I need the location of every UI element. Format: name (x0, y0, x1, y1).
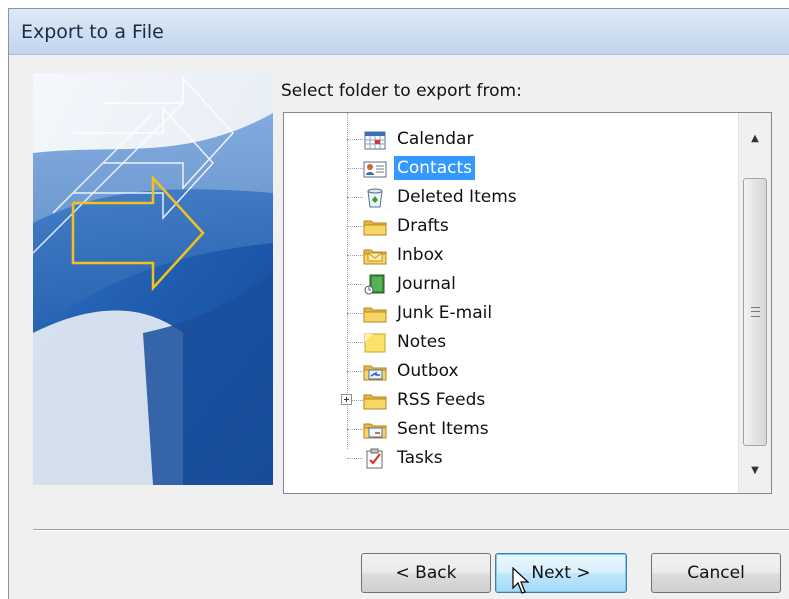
tree-item-label[interactable]: Tasks (394, 446, 446, 470)
tree-connector-line (347, 458, 363, 459)
tree-connector-line (347, 139, 363, 140)
tree-item-label[interactable]: Deleted Items (394, 185, 520, 209)
scroll-down-arrow-icon[interactable]: ▼ (739, 455, 771, 485)
tree-item-sent-items[interactable]: Sent Items (284, 415, 734, 444)
folder-tree-list: Calendar Contacts Deleted Items Drafts Inbox… (284, 113, 734, 493)
grip-icon (751, 307, 760, 317)
back-button[interactable]: < Back (361, 553, 491, 593)
sent-items-folder-icon (363, 419, 387, 441)
tree-connector-line (347, 429, 363, 430)
contacts-icon (363, 158, 387, 180)
tree-item-label[interactable]: Inbox (394, 243, 447, 267)
tree-item-label[interactable]: Journal (394, 272, 459, 296)
tree-item-label[interactable]: RSS Feeds (394, 388, 488, 412)
tree-connector-line (347, 284, 363, 285)
tree-item-rss-feeds[interactable]: RSS Feeds (284, 386, 734, 415)
folder-icon (363, 216, 387, 238)
tree-item-junk-e-mail[interactable]: Junk E-mail (284, 299, 734, 328)
separator (33, 529, 789, 531)
tree-item-journal[interactable]: Journal (284, 270, 734, 299)
tree-connector-line (347, 313, 363, 314)
journal-icon (363, 274, 387, 296)
cancel-button[interactable]: Cancel (651, 553, 781, 593)
tree-item-inbox[interactable]: Inbox (284, 241, 734, 270)
recycle-bin-icon (363, 187, 387, 209)
title-bar[interactable]: Export to a File (9, 9, 789, 55)
folder-tree[interactable]: Calendar Contacts Deleted Items Drafts Inbox… (283, 112, 772, 494)
folder-icon (363, 303, 387, 325)
window-title: Export to a File (21, 21, 164, 43)
tree-item-label[interactable]: Junk E-mail (394, 301, 495, 325)
tree-item-outbox[interactable]: Outbox (284, 357, 734, 386)
expand-plus-icon[interactable] (341, 394, 352, 405)
scroll-thumb[interactable] (743, 178, 767, 446)
tree-item-label[interactable]: Calendar (394, 127, 476, 151)
tree-item-deleted-items[interactable]: Deleted Items (284, 183, 734, 212)
tree-item-label[interactable]: Notes (394, 330, 449, 354)
select-folder-label: Select folder to export from: (281, 81, 522, 101)
tree-connector-line (347, 342, 363, 343)
tree-connector-line (347, 168, 363, 169)
tree-connector-line (347, 197, 363, 198)
tree-item-label[interactable]: Contacts (394, 156, 475, 180)
mouse-pointer-icon (512, 567, 530, 594)
tree-connector-line (347, 371, 363, 372)
tree-connector-line (347, 255, 363, 256)
calendar-icon (363, 129, 387, 151)
scroll-up-arrow-icon[interactable]: ▲ (739, 123, 771, 153)
tree-item-tasks[interactable]: Tasks (284, 444, 734, 473)
tasks-icon (363, 448, 387, 470)
tree-item-notes[interactable]: Notes (284, 328, 734, 357)
tree-item-label[interactable]: Outbox (394, 359, 462, 383)
outbox-folder-icon (363, 361, 387, 383)
tree-connector-line (347, 226, 363, 227)
wizard-banner-image (33, 73, 273, 485)
export-dialog: Export to a File Select folder to export… (8, 8, 789, 599)
inbox-folder-icon (363, 245, 387, 267)
tree-item-label[interactable]: Sent Items (394, 417, 492, 441)
tree-item-contacts[interactable]: Contacts (284, 154, 734, 183)
vertical-scrollbar[interactable]: ▲ ▼ (738, 113, 771, 493)
tree-item-label[interactable]: Drafts (394, 214, 452, 238)
folder-icon (363, 390, 387, 412)
tree-item-calendar[interactable]: Calendar (284, 125, 734, 154)
tree-item-drafts[interactable]: Drafts (284, 212, 734, 241)
notes-icon (363, 332, 387, 354)
